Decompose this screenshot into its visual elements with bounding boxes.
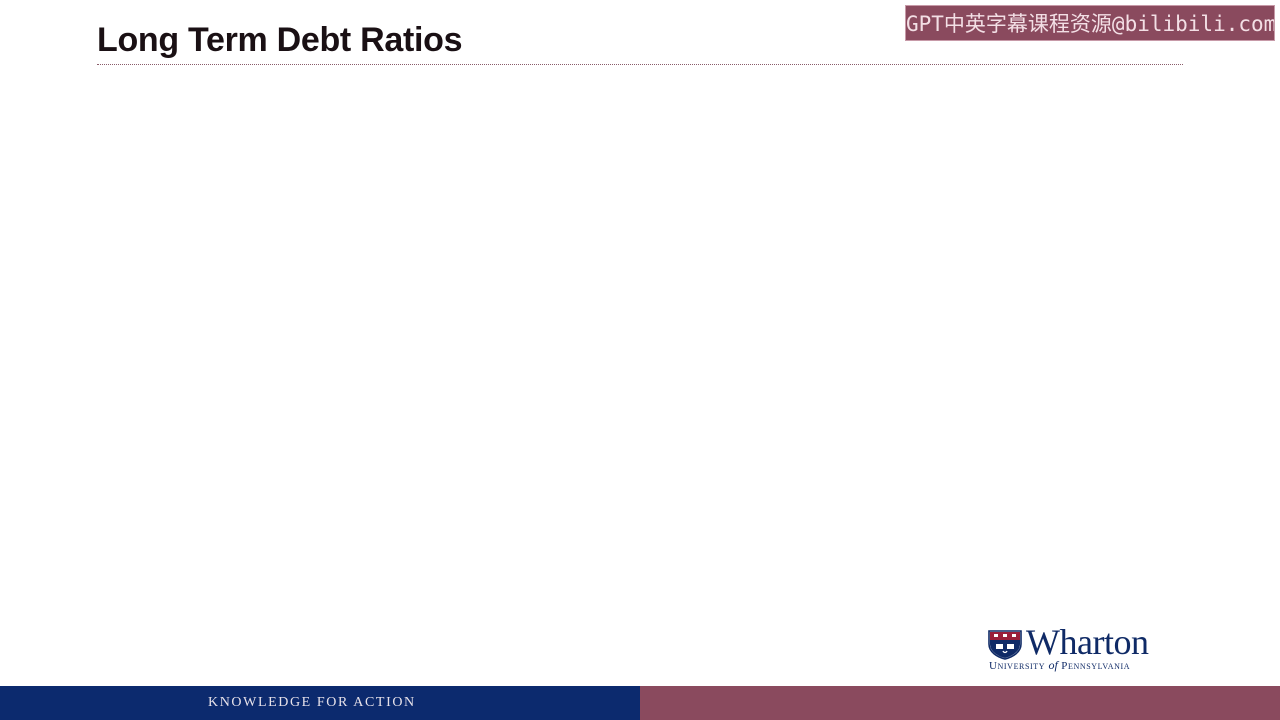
footer-tagline: KNOWLEDGE FOR ACTION — [208, 695, 416, 710]
slide-title: Long Term Debt Ratios — [97, 21, 463, 59]
footer-maroon-band — [640, 686, 1280, 720]
title-divider — [97, 64, 1183, 65]
logo-sub-state: Pennsylvania — [1061, 660, 1131, 672]
footer-navy-band: KNOWLEDGE FOR ACTION — [0, 686, 640, 720]
penn-shield-icon — [988, 630, 1022, 660]
logo-subtitle: University of Pennsylvania — [989, 658, 1130, 673]
logo-wordmark: Wharton — [1026, 622, 1149, 662]
logo-sub-of: of — [1048, 658, 1058, 672]
wharton-logo: Wharton University of Pennsylvania — [988, 622, 1193, 673]
watermark-banner: GPT中英字幕课程资源@bilibili.com — [905, 5, 1275, 41]
logo-sub-university: University — [989, 660, 1046, 672]
